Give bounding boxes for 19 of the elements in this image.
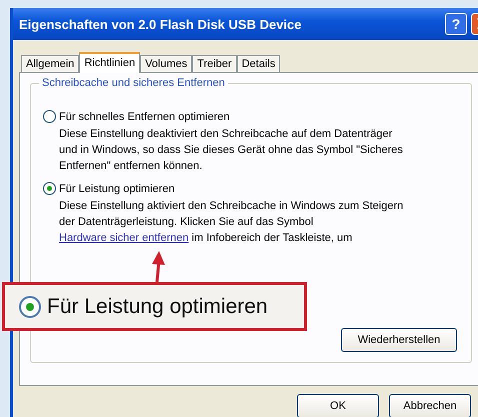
radio-button[interactable]	[43, 110, 56, 123]
window-title: Eigenschaften von 2.0 Flash Disk USB Device	[19, 16, 302, 32]
restore-button[interactable]: Wiederherstellen	[341, 328, 457, 352]
dialog-button[interactable]: OK	[297, 394, 379, 417]
option-description: Diese Einstellung deaktiviert den Schreibcache auf dem Datenträger und in Windows, so dass Sie dieses Gerät ohne das Symbol "Sicheres Entfernen" entfernen können.	[59, 127, 404, 174]
tab[interactable]: Richtlinien	[79, 52, 140, 73]
tab[interactable]: Volumes	[140, 55, 192, 72]
tab[interactable]: Allgemein	[21, 55, 80, 72]
option-label[interactable]: Für schnelles Entfernen optimieren	[59, 110, 230, 122]
callout-label: Für Leistung optimieren	[47, 294, 268, 318]
option-description: Diese Einstellung aktiviert den Schreibcache in Windows zum Steigern der Datenträgerleistung. Klicken Sie auf das Symbol Hardware sicher entfernen im Infobereich der Taskleiste, um	[59, 199, 404, 246]
tab[interactable]: Details	[236, 55, 280, 72]
dialog-button[interactable]: Abbrechen	[389, 394, 471, 417]
option-label[interactable]: Für Leistung optimieren	[59, 182, 175, 194]
help-button[interactable]: ?	[445, 13, 467, 35]
group-title: Schreibcache und sicheres Entfernen	[39, 77, 228, 89]
tab[interactable]: Treiber	[192, 55, 237, 72]
safe-removal-link[interactable]: Hardware sicher entfernen	[59, 232, 189, 244]
radio-button[interactable]	[43, 182, 56, 195]
